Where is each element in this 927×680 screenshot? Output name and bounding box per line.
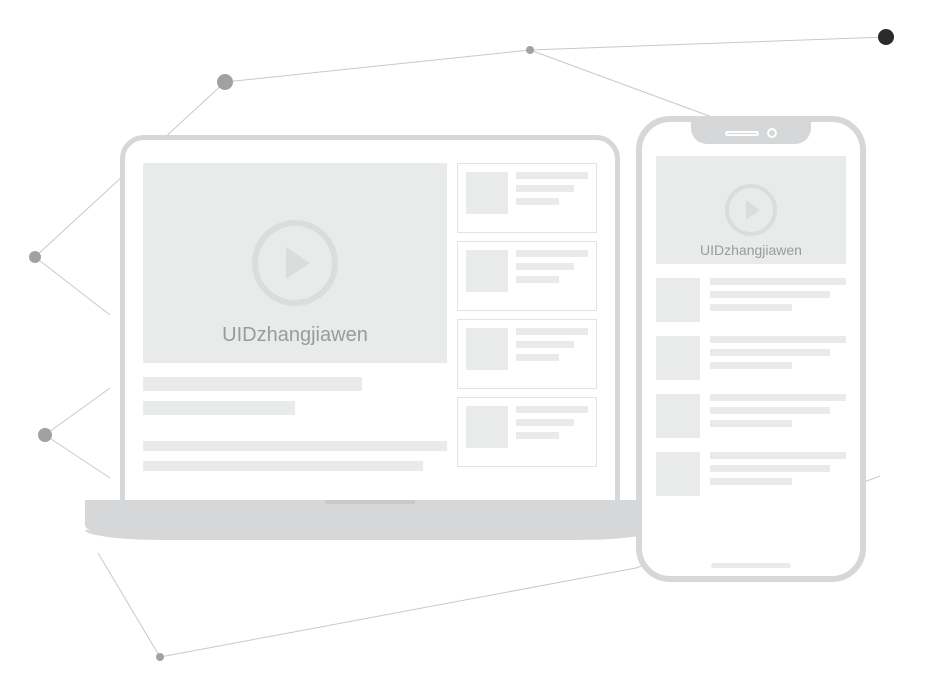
phone-screen-content: UIDzhangjiawen (656, 156, 846, 562)
phone-notch (691, 122, 811, 144)
thumbnail-placeholder (656, 336, 700, 380)
laptop-foot (85, 530, 655, 540)
thumbnail-placeholder (466, 172, 508, 214)
thumbnail-placeholder (656, 394, 700, 438)
list-item (656, 394, 846, 438)
thumbnail-placeholder (466, 406, 508, 448)
speaker-icon (725, 131, 759, 136)
watermark-text: UIDzhangjiawen (700, 242, 802, 258)
thumbnail-placeholder (466, 250, 508, 292)
phone-list (656, 264, 846, 496)
list-item (457, 319, 597, 389)
list-item (656, 278, 846, 322)
laptop-wireframe: UIDzhangjiawen (85, 135, 655, 565)
laptop-base (85, 500, 655, 530)
play-icon (252, 220, 338, 306)
laptop-video-thumbnail: UIDzhangjiawen (143, 163, 447, 363)
list-item (457, 163, 597, 233)
list-item (656, 336, 846, 380)
thumbnail-placeholder (656, 278, 700, 322)
watermark-text: UIDzhangjiawen (222, 324, 368, 347)
laptop-screen-bezel: UIDzhangjiawen (120, 135, 620, 505)
play-icon (725, 184, 777, 236)
list-item (656, 452, 846, 496)
laptop-hinge-notch (325, 500, 415, 504)
laptop-sidebar (457, 163, 597, 490)
illustration-canvas: UIDzhangjiawen (0, 0, 927, 680)
thumbnail-placeholder (466, 328, 508, 370)
camera-icon (767, 128, 777, 138)
phone-wireframe: UIDzhangjiawen (636, 116, 866, 582)
laptop-screen-content: UIDzhangjiawen (143, 163, 597, 490)
laptop-text-placeholder (143, 363, 447, 471)
phone-home-indicator (711, 563, 791, 568)
laptop-main-column: UIDzhangjiawen (143, 163, 447, 490)
list-item (457, 397, 597, 467)
phone-video-thumbnail: UIDzhangjiawen (656, 156, 846, 264)
list-item (457, 241, 597, 311)
thumbnail-placeholder (656, 452, 700, 496)
